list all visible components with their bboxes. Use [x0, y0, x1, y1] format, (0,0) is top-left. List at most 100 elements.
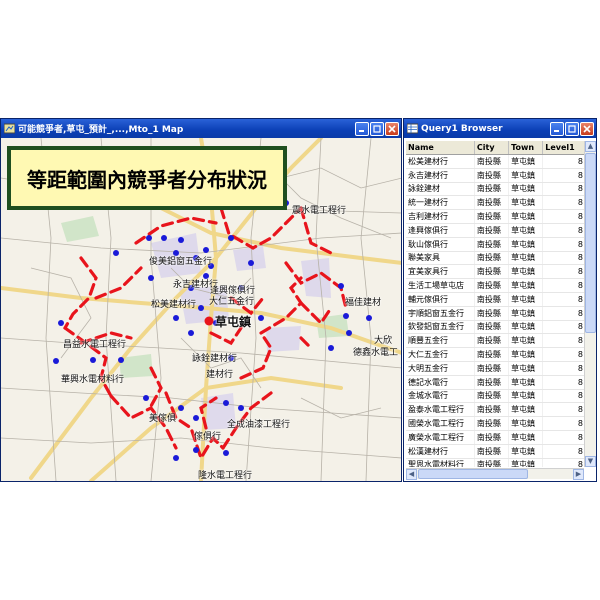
- map-label: 震水電工程行: [292, 206, 347, 216]
- town-center-point: [204, 316, 214, 326]
- table-cell: 草屯鎮: [508, 306, 544, 321]
- table-row[interactable]: 統一建材行 南投縣 草屯鎮 8: [406, 195, 586, 211]
- table-row[interactable]: 盈泰水電工程行 南投縣 草屯鎮 8: [406, 402, 586, 418]
- minimize-button[interactable]: [355, 121, 369, 136]
- table-body: 松美建材行 南投縣 草屯鎮 8 永吉建材行 南投縣 草屯鎮 8 詠銓建材 南投縣 草屯鎮 8 統一建材行…: [406, 154, 586, 467]
- table-row[interactable]: 德記水電行 南投縣 草屯鎮 8: [406, 375, 586, 390]
- scrollbar-thumb[interactable]: [418, 469, 528, 479]
- map-canvas[interactable]: 等距範圍內競爭者分布狀況 震水電工程行 俊美鋁窗五金行 永吉建材行 逢興傢俱行 …: [1, 138, 401, 481]
- table-row[interactable]: 順豐五金行 南投縣 草屯鎮 8: [406, 333, 586, 349]
- table-cell: 8: [542, 458, 586, 467]
- map-window-icon: [4, 123, 15, 134]
- table-cell: 南投縣: [474, 347, 510, 362]
- table-row[interactable]: 金城水電行 南投縣 草屯鎮 8: [406, 389, 586, 404]
- table-cell: 南投縣: [474, 154, 510, 169]
- table-cell: 8: [542, 416, 586, 431]
- minimize-button[interactable]: [550, 121, 564, 136]
- map-banner-title: 等距範圍內競爭者分布狀況: [7, 146, 287, 210]
- query-window-titlebar[interactable]: Query1 Browser: [404, 119, 596, 138]
- maximize-button[interactable]: [565, 121, 579, 136]
- table-cell: 金城水電行: [406, 389, 475, 404]
- table-cell: 草屯鎮: [508, 458, 544, 467]
- maximize-button[interactable]: [370, 121, 384, 136]
- table-cell: 草屯鎮: [508, 361, 544, 376]
- table-cell: 8: [542, 195, 586, 211]
- table-cell: 草屯鎮: [508, 430, 544, 445]
- table-cell: 草屯鎮: [508, 209, 544, 224]
- table-cell: 欽發鋁窗五金行: [406, 320, 475, 335]
- table-row[interactable]: 詠銓建材 南投縣 草屯鎮 8: [406, 182, 586, 197]
- query-window-icon: [407, 123, 418, 134]
- table-row[interactable]: 大仁五金行 南投縣 草屯鎮 8: [406, 347, 586, 362]
- table-cell: 宜美家具行: [406, 264, 475, 280]
- table-cell: 8: [542, 223, 586, 238]
- scrollbar-thumb[interactable]: [585, 153, 596, 333]
- table-cell: 聖恩水電材料行: [406, 458, 475, 467]
- table-cell: 8: [542, 264, 586, 280]
- table-row[interactable]: 欽發鋁窗五金行 南投縣 草屯鎮 8: [406, 320, 586, 335]
- table-cell: 詠銓建材: [406, 182, 475, 197]
- buffer-boundary: [63, 206, 348, 462]
- table-row[interactable]: 大明五金行 南投縣 草屯鎮 8: [406, 361, 586, 376]
- table-cell: 南投縣: [474, 306, 510, 321]
- table-cell: 8: [542, 333, 586, 349]
- table-cell: 草屯鎮: [508, 320, 544, 335]
- table-cell: 8: [542, 292, 586, 307]
- table-cell: 8: [542, 278, 586, 293]
- table-cell: 8: [542, 347, 586, 362]
- table-cell: 南投縣: [474, 320, 510, 335]
- table-cell: 南投縣: [474, 264, 510, 280]
- table-row[interactable]: 永吉建材行 南投縣 草屯鎮 8: [406, 168, 586, 183]
- column-header-city[interactable]: City: [474, 141, 510, 155]
- table-row[interactable]: 吉利建材行 南投縣 草屯鎮 8: [406, 209, 586, 224]
- query-browser-window: Query1 Browser Name City Town Level1 松美建…: [403, 118, 597, 482]
- table-row[interactable]: 廣榮水電工程行 南投縣 草屯鎮 8: [406, 430, 586, 445]
- column-header-town[interactable]: Town: [508, 141, 544, 155]
- map-label: 華興水電材料行: [61, 375, 125, 385]
- table-cell: 南投縣: [474, 251, 510, 266]
- column-header-level1[interactable]: Level1: [542, 141, 586, 155]
- table-row[interactable]: 松美建材行 南投縣 草屯鎮 8: [406, 154, 586, 169]
- close-button[interactable]: [385, 121, 399, 136]
- table-row[interactable]: 逢興傢俱行 南投縣 草屯鎮 8: [406, 223, 586, 238]
- table-cell: 南投縣: [474, 168, 510, 183]
- minimize-icon: [359, 129, 364, 132]
- table-cell: 草屯鎮: [508, 237, 544, 252]
- table-row[interactable]: 聯美家具 南投縣 草屯鎮 8: [406, 251, 586, 266]
- table-cell: 草屯鎮: [508, 251, 544, 266]
- table-cell: 8: [542, 444, 586, 459]
- map-label: 建材行: [206, 370, 234, 380]
- scroll-up-button[interactable]: ▲: [585, 141, 596, 152]
- close-button[interactable]: [580, 121, 594, 136]
- map-window-titlebar[interactable]: 可能競爭者,草屯_預計_,...,Mto_1 Map: [1, 119, 401, 138]
- table-row[interactable]: 宇順鋁窗五金行 南投縣 草屯鎮 8: [406, 306, 586, 321]
- table-row[interactable]: 輔元傢俱行 南投縣 草屯鎮 8: [406, 292, 586, 307]
- table-row[interactable]: 聖恩水電材料行 南投縣 草屯鎮 8: [406, 458, 586, 467]
- table-cell: 南投縣: [474, 444, 510, 459]
- scroll-down-button[interactable]: ▼: [585, 456, 596, 467]
- table-row[interactable]: 生活工場草屯店 南投縣 草屯鎮 8: [406, 278, 586, 293]
- horizontal-scrollbar[interactable]: ◀ ▶: [406, 468, 584, 480]
- vertical-scrollbar[interactable]: ▲ ▼: [584, 141, 596, 467]
- table-cell: 草屯鎮: [508, 278, 544, 293]
- scroll-left-button[interactable]: ◀: [406, 469, 417, 480]
- table-cell: 8: [542, 430, 586, 445]
- table-cell: 南投縣: [474, 237, 510, 252]
- table-cell: 草屯鎮: [508, 333, 544, 349]
- scroll-right-button[interactable]: ▶: [573, 469, 584, 480]
- table-cell: 草屯鎮: [508, 154, 544, 169]
- column-header-name[interactable]: Name: [406, 141, 475, 155]
- table-cell: 南投縣: [474, 361, 510, 376]
- map-label: 俊美鋁窗五金行: [149, 257, 213, 267]
- query-results-table[interactable]: Name City Town Level1 松美建材行 南投縣 草屯鎮 8 永吉建材行南…: [406, 141, 586, 467]
- table-cell: 南投縣: [474, 416, 510, 431]
- table-row[interactable]: 松漢建材行 南投縣 草屯鎮 8: [406, 444, 586, 459]
- table-row[interactable]: 國榮水電工程行 南投縣 草屯鎮 8: [406, 416, 586, 431]
- table-row[interactable]: 宜美家具行 南投縣 草屯鎮 8: [406, 264, 586, 280]
- table-row[interactable]: 耿山傢俱行 南投縣 草屯鎮 8: [406, 237, 586, 252]
- table-cell: 草屯鎮: [508, 223, 544, 238]
- map-label: 全成油漆工程行: [227, 420, 291, 430]
- table-cell: 草屯鎮: [508, 168, 544, 183]
- table-cell: 盈泰水電工程行: [406, 402, 475, 418]
- map-label: 隆水電工程行: [198, 471, 253, 481]
